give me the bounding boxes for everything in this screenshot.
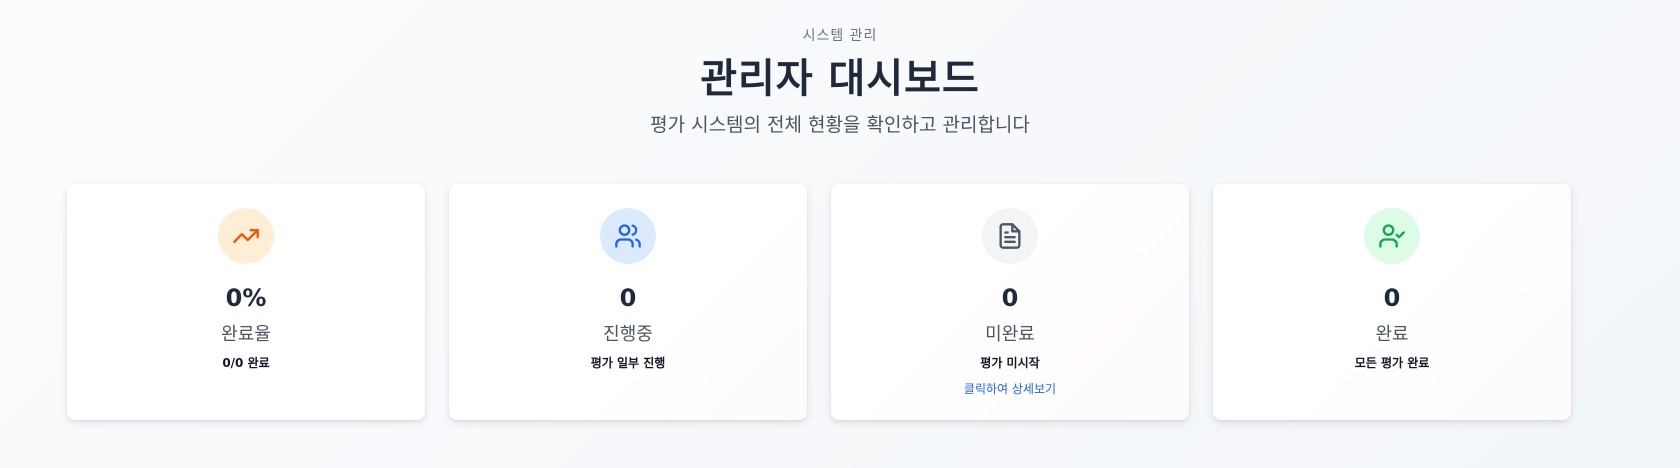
file-text-icon	[982, 208, 1038, 264]
users-icon	[600, 208, 656, 264]
stat-value: 0	[619, 284, 637, 312]
view-details-link[interactable]: 클릭하여 상세보기	[831, 380, 1189, 397]
trending-up-icon	[218, 208, 274, 264]
stat-description: 모든 평가 완료	[1354, 356, 1430, 370]
user-check-icon	[1364, 208, 1420, 264]
stat-value: 0%	[225, 284, 267, 312]
stat-label: 완료율	[221, 324, 271, 345]
stat-description: 0/0 완료	[222, 356, 270, 370]
stat-label: 완료	[1375, 324, 1409, 345]
page-title: 관리자 대시보드	[700, 56, 980, 102]
stat-description: 평가 미시작	[980, 356, 1040, 370]
stat-label: 진행중	[603, 324, 653, 345]
stat-card-completion-rate: 0% 완료율 0/0 완료	[67, 184, 425, 420]
page-subtitle: 평가 시스템의 전체 현황을 확인하고 관리합니다	[650, 114, 1030, 136]
stat-value: 0	[1383, 284, 1401, 312]
page-eyebrow: 시스템 관리	[802, 28, 878, 44]
stat-label: 미완료	[985, 324, 1035, 345]
stat-card-in-progress: 0 진행중 평가 일부 진행	[449, 184, 807, 420]
stat-value: 0	[1001, 284, 1019, 312]
stat-card-incomplete[interactable]: 0 미완료 평가 미시작 클릭하여 상세보기	[831, 184, 1189, 420]
stat-card-completed: 0 완료 모든 평가 완료	[1213, 184, 1571, 420]
stat-description: 평가 일부 진행	[590, 356, 666, 370]
